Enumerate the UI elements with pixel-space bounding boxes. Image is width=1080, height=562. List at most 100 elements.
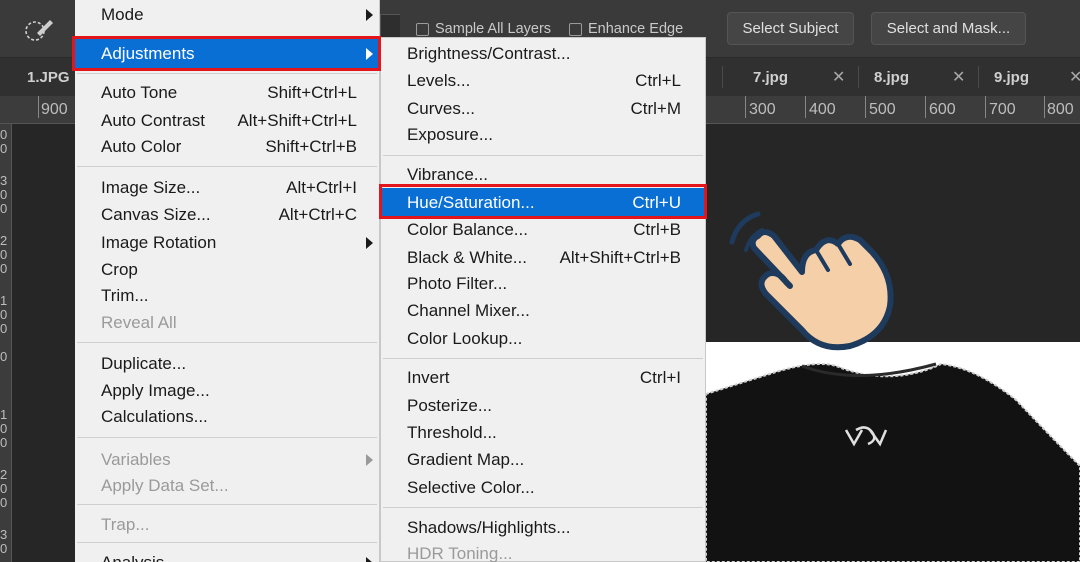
menu-item-label: Variables xyxy=(101,450,171,469)
menu-item-auto-contrast[interactable]: Auto Contrast Alt+Shift+Ctrl+L xyxy=(75,108,379,134)
sample-all-layers-option[interactable]: Sample All Layers xyxy=(416,21,551,37)
enhance-edge-checkbox[interactable] xyxy=(569,22,582,36)
menu-item-label: Invert xyxy=(407,368,450,387)
ruler-tick xyxy=(1044,96,1045,118)
tab-close-icon[interactable]: ✕ xyxy=(832,67,845,87)
document-canvas[interactable] xyxy=(706,342,1080,562)
menu-item-channel-mixer[interactable]: Channel Mixer... xyxy=(381,298,705,324)
menu-item-curves[interactable]: Curves... Ctrl+M xyxy=(381,96,705,122)
quick-selection-brush-icon[interactable] xyxy=(22,14,56,44)
menu-item-label: Black & White... xyxy=(407,248,527,267)
menu-item-color-lookup[interactable]: Color Lookup... xyxy=(381,326,705,352)
menu-item-exposure[interactable]: Exposure... xyxy=(381,122,705,148)
menu-item-mode[interactable]: Mode xyxy=(75,2,379,28)
tab-separator xyxy=(722,66,723,88)
menu-item-apply-data-set: Apply Data Set... xyxy=(75,473,379,499)
menu-item-canvas-size[interactable]: Canvas Size... Alt+Ctrl+C xyxy=(75,202,379,228)
ruler-digit: 0 xyxy=(0,307,8,322)
menu-item-label: Levels... xyxy=(407,71,471,90)
ruler-digit: 2 xyxy=(0,233,8,248)
menu-item-label: Shadows/Highlights... xyxy=(407,518,571,537)
adjustments-submenu: Brightness/Contrast... Levels... Ctrl+L … xyxy=(380,37,706,562)
menu-item-shortcut: Shift+Ctrl+L xyxy=(267,83,357,102)
menu-item-invert[interactable]: Invert Ctrl+I xyxy=(381,365,705,391)
enhance-edge-option[interactable]: Enhance Edge xyxy=(569,21,683,37)
menu-item-crop[interactable]: Crop xyxy=(75,257,379,283)
menu-item-auto-color[interactable]: Auto Color Shift+Ctrl+B xyxy=(75,134,379,160)
menu-item-color-balance[interactable]: Color Balance... Ctrl+B xyxy=(381,217,705,243)
menu-item-label: Curves... xyxy=(407,99,476,118)
menu-item-posterize[interactable]: Posterize... xyxy=(381,393,705,419)
menu-item-auto-tone[interactable]: Auto Tone Shift+Ctrl+L xyxy=(75,80,379,106)
ruler-digit: 0 xyxy=(0,201,8,216)
menu-item-calculations[interactable]: Calculations... xyxy=(75,404,379,430)
tab-close-icon[interactable]: ✕ xyxy=(952,67,965,87)
menu-item-label: Calculations... xyxy=(101,407,208,426)
tab-7-jpg[interactable]: 7.jpg xyxy=(753,58,788,96)
ruler-digit: 0 xyxy=(0,247,8,262)
menu-item-hue-saturation[interactable]: Hue/Saturation... Ctrl+U xyxy=(381,188,705,218)
tab-8-jpg[interactable]: 8.jpg xyxy=(874,58,909,96)
menu-item-shortcut: Ctrl+M xyxy=(630,99,681,118)
sample-all-layers-label: Sample All Layers xyxy=(435,21,552,37)
menu-item-label: Canvas Size... xyxy=(101,205,211,224)
menu-item-shortcut: Alt+Ctrl+I xyxy=(286,178,357,197)
ruler-digit: 0 xyxy=(0,261,8,276)
ruler-tick xyxy=(985,96,986,118)
menu-item-label: Vibrance... xyxy=(407,165,488,184)
image-menu: Mode Adjustments Auto Tone Shift+Ctrl+L … xyxy=(75,0,380,562)
menu-item-vibrance[interactable]: Vibrance... xyxy=(381,162,705,188)
menu-item-label: Brightness/Contrast... xyxy=(407,44,571,63)
menu-item-label: Reveal All xyxy=(101,313,177,332)
tab-close-icon[interactable]: ✕ xyxy=(1069,67,1080,87)
menu-item-shortcut: Alt+Ctrl+C xyxy=(278,205,357,224)
menu-item-label: Color Lookup... xyxy=(407,329,523,348)
ruler-digit: 0 xyxy=(0,481,8,496)
ruler-label: 400 xyxy=(809,101,836,118)
menu-item-image-size[interactable]: Image Size... Alt+Ctrl+I xyxy=(75,175,379,201)
menu-item-apply-image[interactable]: Apply Image... xyxy=(75,378,379,404)
menu-item-threshold[interactable]: Threshold... xyxy=(381,420,705,446)
menu-item-label: Auto Tone xyxy=(101,83,178,102)
ruler-tick xyxy=(865,96,866,118)
menu-item-selective-color[interactable]: Selective Color... xyxy=(381,475,705,501)
menu-item-photo-filter[interactable]: Photo Filter... xyxy=(381,271,705,297)
menu-item-levels[interactable]: Levels... Ctrl+L xyxy=(381,68,705,94)
ruler-digit: 0 xyxy=(0,541,8,556)
menu-item-brightness-contrast[interactable]: Brightness/Contrast... xyxy=(381,41,705,67)
pointing-hand-icon xyxy=(729,211,894,351)
tab-9-jpg[interactable]: 9.jpg xyxy=(994,58,1029,96)
menu-item-label: Photo Filter... xyxy=(407,274,508,293)
menu-item-gradient-map[interactable]: Gradient Map... xyxy=(381,447,705,473)
ruler-digit: 0 xyxy=(0,435,8,450)
menu-item-shortcut: Alt+Shift+Ctrl+B xyxy=(559,248,681,267)
menu-item-black-white[interactable]: Black & White... Alt+Shift+Ctrl+B xyxy=(381,245,705,271)
menu-item-image-rotation[interactable]: Image Rotation xyxy=(75,230,379,256)
tab-1-jpg[interactable]: 1.JPG xyxy=(27,58,70,96)
ruler-tick xyxy=(38,96,39,118)
menu-item-trim[interactable]: Trim... xyxy=(75,283,379,309)
enhance-edge-label: Enhance Edge xyxy=(588,21,684,37)
select-subject-button[interactable]: Select Subject xyxy=(727,12,854,45)
menu-item-shortcut: Alt+Shift+Ctrl+L xyxy=(237,111,357,130)
menu-item-analysis[interactable]: Analysis xyxy=(75,550,379,562)
ruler-digit: 0 xyxy=(0,421,8,436)
submenu-arrow-icon xyxy=(366,454,373,466)
select-and-mask-button[interactable]: Select and Mask... xyxy=(871,12,1026,45)
submenu-arrow-icon xyxy=(366,557,373,562)
menu-item-label: Image Size... xyxy=(101,178,201,197)
menu-item-label: Image Rotation xyxy=(101,233,217,252)
menu-item-label: Adjustments xyxy=(101,44,195,63)
menu-item-trap: Trap... xyxy=(75,512,379,538)
sample-all-layers-checkbox[interactable] xyxy=(416,22,429,36)
menu-item-adjustments[interactable]: Adjustments xyxy=(75,39,379,69)
menu-item-label: Posterize... xyxy=(407,396,493,415)
submenu-arrow-icon xyxy=(366,48,373,60)
menu-item-shadows-highlights[interactable]: Shadows/Highlights... xyxy=(381,515,705,541)
ruler-label: 600 xyxy=(929,101,956,118)
menu-item-label: Color Balance... xyxy=(407,220,528,239)
ruler-tick xyxy=(805,96,806,118)
menu-separator xyxy=(383,358,703,359)
menu-item-duplicate[interactable]: Duplicate... xyxy=(75,351,379,377)
ruler-digit: 3 xyxy=(0,173,8,188)
